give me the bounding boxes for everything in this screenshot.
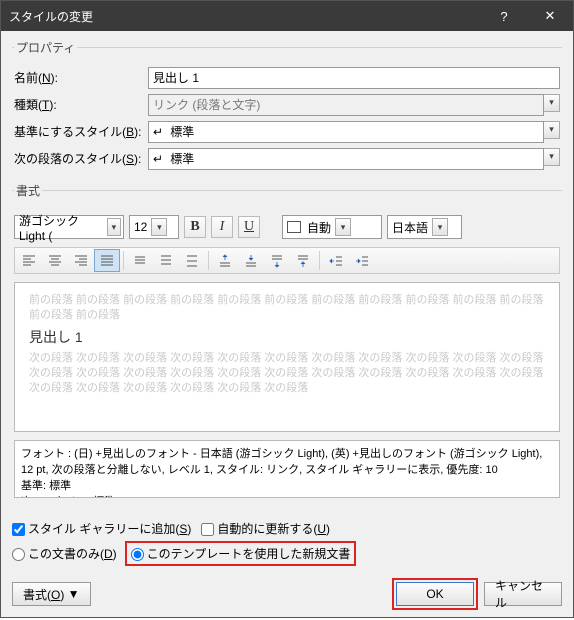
template-radio-highlight: このテンプレートを使用した新規文書	[125, 541, 357, 566]
based-on-combo[interactable]: ↵ 標準	[148, 121, 544, 143]
bold-button[interactable]: B	[184, 216, 206, 238]
name-label: 名前(N):	[14, 69, 144, 86]
cancel-button[interactable]: キャンセル	[484, 582, 562, 606]
indent-dec-icon[interactable]	[323, 249, 349, 272]
desc-line-2: 基準: 標準	[21, 477, 553, 493]
autoupdate-check[interactable]: 自動的に更新する(U)	[201, 520, 330, 537]
ok-highlight: OK	[392, 578, 478, 610]
space-after-dec-icon[interactable]	[290, 249, 316, 272]
type-combo: リンク (段落と文字)	[148, 94, 544, 116]
dialog-title: スタイルの変更	[9, 8, 93, 25]
description-box: フォント : (日) +見出しのフォント - 日本語 (游ゴシック Light)…	[14, 440, 560, 498]
chevron-down-icon: ▾	[544, 94, 560, 112]
space-after-inc-icon[interactable]	[264, 249, 290, 272]
spacing-1-icon[interactable]	[127, 249, 153, 272]
align-justify-icon[interactable]	[94, 249, 120, 272]
format-menu-button[interactable]: 書式(O) ▼	[12, 582, 91, 606]
template-radio[interactable]: このテンプレートを使用した新規文書	[131, 545, 351, 562]
chevron-down-icon[interactable]: ▾	[151, 218, 167, 236]
properties-group: プロパティ 名前(N): 種類(T): リンク (段落と文字) ▾ 基準にするスタ…	[12, 39, 562, 178]
space-before-inc-icon[interactable]	[212, 249, 238, 272]
format-group: 書式 游ゴシック Light (▾ 12▾ B I U 自動▾ 日本語▾	[12, 182, 562, 504]
doc-only-radio[interactable]: この文書のみ(D)	[12, 545, 117, 562]
spacing-2-icon[interactable]	[179, 249, 205, 272]
color-combo[interactable]: 自動▾	[282, 215, 382, 239]
close-button[interactable]: ✕	[527, 1, 573, 31]
next-para-label: 次の段落のスタイル(S):	[14, 150, 144, 167]
chevron-down-icon[interactable]: ▾	[335, 218, 351, 236]
font-combo[interactable]: 游ゴシック Light (▾	[14, 215, 124, 239]
ok-button[interactable]: OK	[396, 582, 474, 606]
chevron-down-icon[interactable]: ▾	[432, 218, 448, 236]
properties-legend: プロパティ	[14, 39, 77, 56]
format-legend: 書式	[14, 182, 42, 199]
preview-pane: 前の段落 前の段落 前の段落 前の段落 前の段落 前の段落 前の段落 前の段落 …	[14, 282, 560, 432]
next-para-value: ↵ 標準	[153, 150, 194, 167]
type-value: リンク (段落と文字)	[153, 96, 260, 113]
desc-line-1: フォント : (日) +見出しのフォント - 日本語 (游ゴシック Light)…	[21, 445, 553, 477]
indent-inc-icon[interactable]	[349, 249, 375, 272]
preview-heading: 見出し 1	[29, 327, 545, 347]
modify-style-dialog: スタイルの変更 ? ✕ プロパティ 名前(N): 種類(T): リンク (段落と…	[0, 0, 574, 618]
size-combo[interactable]: 12▾	[129, 215, 179, 239]
help-button[interactable]: ?	[481, 1, 527, 31]
name-input[interactable]	[148, 67, 560, 89]
chevron-down-icon[interactable]: ▾	[544, 148, 560, 166]
chevron-down-icon[interactable]: ▾	[107, 218, 121, 236]
italic-button[interactable]: I	[211, 216, 233, 238]
titlebar[interactable]: スタイルの変更 ? ✕	[1, 1, 573, 31]
preview-next: 次の段落 次の段落 次の段落 次の段落 次の段落 次の段落 次の段落 次の段落 …	[29, 351, 545, 396]
desc-line-3: 次のスタイル: 標準	[21, 493, 553, 498]
chevron-down-icon[interactable]: ▾	[544, 121, 560, 139]
paragraph-toolbar	[14, 247, 560, 274]
spacing-15-icon[interactable]	[153, 249, 179, 272]
align-right-icon[interactable]	[68, 249, 94, 272]
preview-prev: 前の段落 前の段落 前の段落 前の段落 前の段落 前の段落 前の段落 前の段落 …	[29, 293, 545, 323]
space-before-dec-icon[interactable]	[238, 249, 264, 272]
based-on-label: 基準にするスタイル(B):	[14, 123, 144, 140]
lang-combo[interactable]: 日本語▾	[387, 215, 462, 239]
next-para-combo[interactable]: ↵ 標準	[148, 148, 544, 170]
align-center-icon[interactable]	[42, 249, 68, 272]
gallery-check[interactable]: スタイル ギャラリーに追加(S)	[12, 520, 191, 537]
type-label: 種類(T):	[14, 96, 144, 113]
underline-button[interactable]: U	[238, 216, 260, 238]
based-on-value: ↵ 標準	[153, 123, 194, 140]
align-left-icon[interactable]	[16, 249, 42, 272]
